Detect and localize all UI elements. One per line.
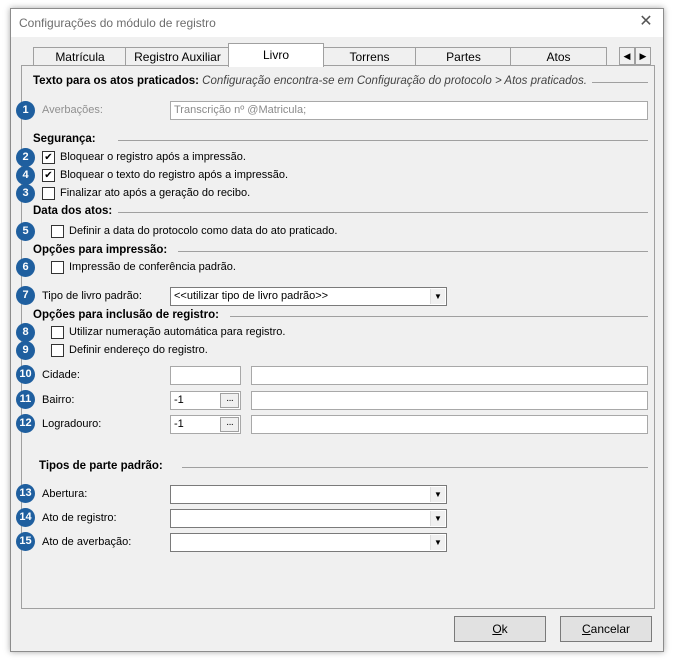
callout-badge: 6 [16, 258, 35, 277]
ok-label-rest: k [501, 622, 508, 636]
callout-badge: 14 [16, 508, 35, 527]
divider [118, 140, 648, 141]
tab-scroll-right-icon[interactable]: ▶ [635, 47, 651, 65]
impressao-conferencia-checkbox[interactable] [51, 261, 64, 274]
section-inclusao-title: Opções para inclusão de registro: [33, 309, 219, 321]
chevron-down-icon[interactable]: ▼ [430, 535, 445, 550]
tab-atos[interactable]: Atos [510, 47, 607, 66]
callout-badge: 10 [16, 365, 35, 384]
logradouro-lookup-button[interactable]: ··· [220, 417, 239, 432]
tab-matricula[interactable]: Matrícula [33, 47, 127, 66]
averbacoes-field[interactable]: Transcrição nº @Matricula; [170, 101, 648, 120]
divider [592, 82, 648, 83]
data-protocolo-checkbox[interactable] [51, 225, 64, 238]
callout-badge: 3 [16, 184, 35, 203]
bloquear-texto-label: Bloquear o texto do registro após a impr… [60, 169, 289, 181]
logradouro-code-field[interactable]: -1 ··· [170, 415, 241, 434]
cancel-label-rest: ancelar [590, 622, 631, 636]
callout-badge: 8 [16, 323, 35, 342]
chevron-down-icon[interactable]: ▼ [430, 289, 445, 304]
callout-badge: 5 [16, 222, 35, 241]
title-bar: Configurações do módulo de registro ✕ [11, 9, 663, 37]
cidade-label: Cidade: [42, 369, 80, 381]
cidade-code-field[interactable] [170, 366, 241, 385]
callout-badge: 11 [16, 390, 35, 409]
data-protocolo-label: Definir a data do protocolo como data do… [69, 225, 338, 237]
ok-accelerator: O [492, 622, 502, 636]
tab-livro[interactable]: Livro [228, 43, 324, 67]
tipo-livro-value: <<utilizar tipo de livro padrão>> [174, 290, 329, 302]
section-texto-atos: Texto para os atos praticados: Configura… [33, 75, 587, 87]
section-data-title: Data dos atos: [33, 205, 113, 217]
cancel-button[interactable]: Cancelar [560, 616, 652, 642]
divider [118, 212, 648, 213]
callout-badge: 9 [16, 341, 35, 360]
tipo-livro-select[interactable]: <<utilizar tipo de livro padrão>> ▼ [170, 287, 447, 306]
section-impressao-title: Opções para impressão: [33, 244, 168, 256]
bairro-lookup-button[interactable]: ··· [220, 393, 239, 408]
callout-badge: 15 [16, 532, 35, 551]
bairro-code-field[interactable]: -1 ··· [170, 391, 241, 410]
finalizar-ato-checkbox[interactable] [42, 187, 55, 200]
abertura-select[interactable]: ▼ [170, 485, 447, 504]
chevron-down-icon[interactable]: ▼ [430, 511, 445, 526]
numeracao-automatica-label: Utilizar numeração automática para regis… [69, 326, 286, 338]
definir-endereco-label: Definir endereço do registro. [69, 344, 208, 356]
tab-panel-livro: Texto para os atos praticados: Configura… [16, 65, 655, 609]
averbacoes-label: Averbações: [42, 104, 103, 116]
logradouro-label: Logradouro: [42, 418, 102, 430]
callout-badge: 4 [16, 166, 35, 185]
bairro-name-field[interactable] [251, 391, 648, 410]
tab-partes[interactable]: Partes [415, 47, 512, 66]
close-icon[interactable]: ✕ [635, 12, 657, 32]
callout-badge: 1 [16, 101, 35, 120]
callout-badge: 13 [16, 484, 35, 503]
settings-dialog: Configurações do módulo de registro ✕ Ma… [10, 8, 664, 652]
cancel-accelerator: C [581, 622, 591, 636]
numeracao-automatica-checkbox[interactable] [51, 326, 64, 339]
tab-scroll-left-icon[interactable]: ◀ [619, 47, 635, 65]
callout-badge: 2 [16, 148, 35, 167]
callout-badge: 7 [16, 286, 35, 305]
ok-button[interactable]: Ok [454, 616, 546, 642]
tab-registro-auxiliar[interactable]: Registro Auxiliar [125, 47, 230, 66]
bloquear-registro-checkbox[interactable]: ✔ [42, 151, 55, 164]
definir-endereco-checkbox[interactable] [51, 344, 64, 357]
ato-registro-select[interactable]: ▼ [170, 509, 447, 528]
callout-badge: 12 [16, 414, 35, 433]
section-texto-note: Configuração encontra-se em Configuração… [202, 75, 587, 87]
window-title: Configurações do módulo de registro [19, 16, 216, 30]
section-partes-title: Tipos de parte padrão: [39, 460, 163, 472]
bairro-label: Bairro: [42, 394, 75, 406]
divider [230, 316, 648, 317]
ato-averbacao-select[interactable]: ▼ [170, 533, 447, 552]
section-texto-title: Texto para os atos praticados: [33, 75, 199, 87]
bairro-code-value: -1 [174, 394, 184, 406]
tipo-livro-label: Tipo de livro padrão: [42, 290, 142, 302]
logradouro-code-value: -1 [174, 418, 184, 430]
abertura-label: Abertura: [42, 488, 88, 500]
logradouro-name-field[interactable] [251, 415, 648, 434]
section-seguranca-title: Segurança: [33, 133, 96, 145]
ato-registro-label: Ato de registro: [42, 512, 117, 524]
impressao-conferencia-label: Impressão de conferência padrão. [69, 261, 236, 273]
cidade-name-field[interactable] [251, 366, 648, 385]
divider [182, 467, 648, 468]
divider [178, 251, 648, 252]
bloquear-registro-label: Bloquear o registro após a impressão. [60, 151, 246, 163]
ato-averbacao-label: Ato de averbação: [42, 536, 132, 548]
tab-torrens[interactable]: Torrens [322, 47, 417, 66]
chevron-down-icon[interactable]: ▼ [430, 487, 445, 502]
finalizar-ato-label: Finalizar ato após a geração do recibo. [60, 187, 251, 199]
bloquear-texto-checkbox[interactable]: ✔ [42, 169, 55, 182]
